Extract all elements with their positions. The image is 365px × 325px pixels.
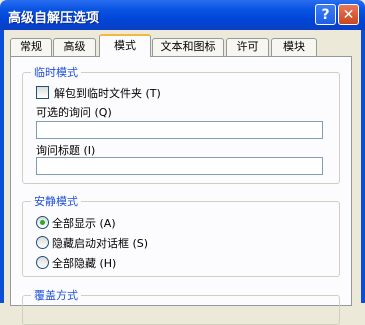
temp-mode-legend: 临时模式 (31, 64, 81, 80)
optional-query-input[interactable] (36, 121, 323, 139)
title-bar: 高级自解压选项 ? ✕ (0, 0, 365, 30)
show-all-label: 全部显示 (A) (52, 217, 116, 230)
query-title-input[interactable] (36, 157, 323, 175)
show-all-radio[interactable] (36, 216, 49, 229)
optional-query-label: 可选的询问 (Q) (36, 106, 112, 119)
hide-start-dialog-radio[interactable] (36, 236, 49, 249)
tab-general[interactable]: 常规 (10, 38, 52, 56)
help-button[interactable]: ? (315, 4, 336, 25)
tab-text-and-icon[interactable]: 文本和图标 (152, 38, 224, 56)
radio-selected-dot (40, 220, 45, 225)
tab-advanced[interactable]: 高级 (53, 38, 96, 56)
tab-modules[interactable]: 模块 (271, 38, 317, 56)
query-title-label: 询问标题 (I) (36, 144, 96, 157)
unpack-to-temp-label: 解包到临时文件夹 (T) (54, 87, 161, 100)
unpack-to-temp-checkbox[interactable] (36, 86, 49, 99)
window-frame-right (361, 30, 365, 303)
silent-mode-legend: 安静模式 (31, 193, 81, 209)
close-button[interactable]: ✕ (338, 4, 359, 25)
hide-all-radio[interactable] (36, 256, 49, 269)
window-frame-left (0, 30, 4, 303)
tab-mode[interactable]: 模式 (99, 34, 151, 57)
hide-all-label: 全部隐藏 (H) (52, 257, 117, 270)
tab-license[interactable]: 许可 (226, 38, 269, 56)
overwrite-mode-legend: 覆盖方式 (31, 287, 81, 303)
hide-start-dialog-label: 隐藏启动对话框 (S) (52, 237, 149, 250)
window-title: 高级自解压选项 (8, 11, 100, 26)
